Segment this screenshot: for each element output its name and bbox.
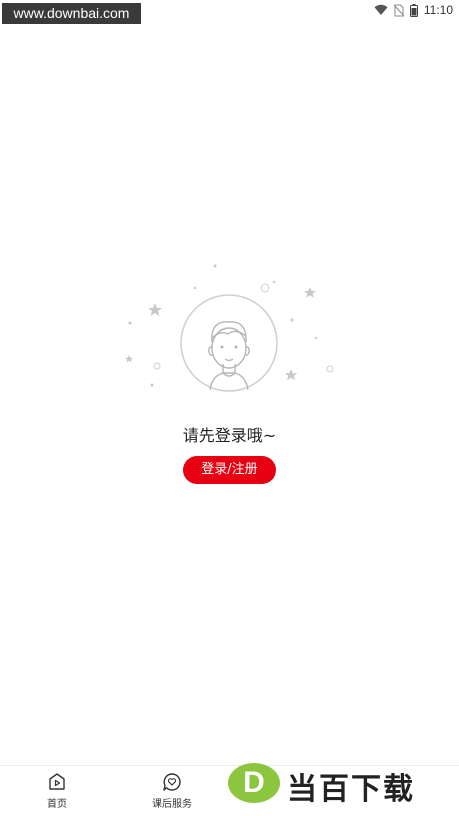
avatar-placeholder-illustration [120,258,340,398]
tab-service-label: 课后服务 [152,799,192,810]
status-time: 11:10 [423,3,453,17]
watermark-logo-circle: D [228,763,280,803]
login-prompt-text: 请先登录哦~ [182,426,277,445]
watermark-brand-text: 当百下载 [287,772,415,807]
heart-chat-icon [163,773,181,791]
tab-after-school-service[interactable]: 课后服务 [132,772,212,810]
tab-home[interactable]: 首页 [17,772,97,810]
tab-home-label: 首页 [47,799,67,810]
watermark-logo-letter: D [243,766,265,799]
login-register-button[interactable]: 登录/注册 [183,456,276,484]
status-bar: 11:10 [374,2,453,18]
battery-icon [409,3,418,17]
watermark-logo: D 当百下载 [225,760,459,810]
play-home-icon [49,773,65,790]
no-sim-icon [393,4,404,16]
watermark-url: www.downbai.com [2,3,141,24]
wifi-icon [374,4,388,15]
